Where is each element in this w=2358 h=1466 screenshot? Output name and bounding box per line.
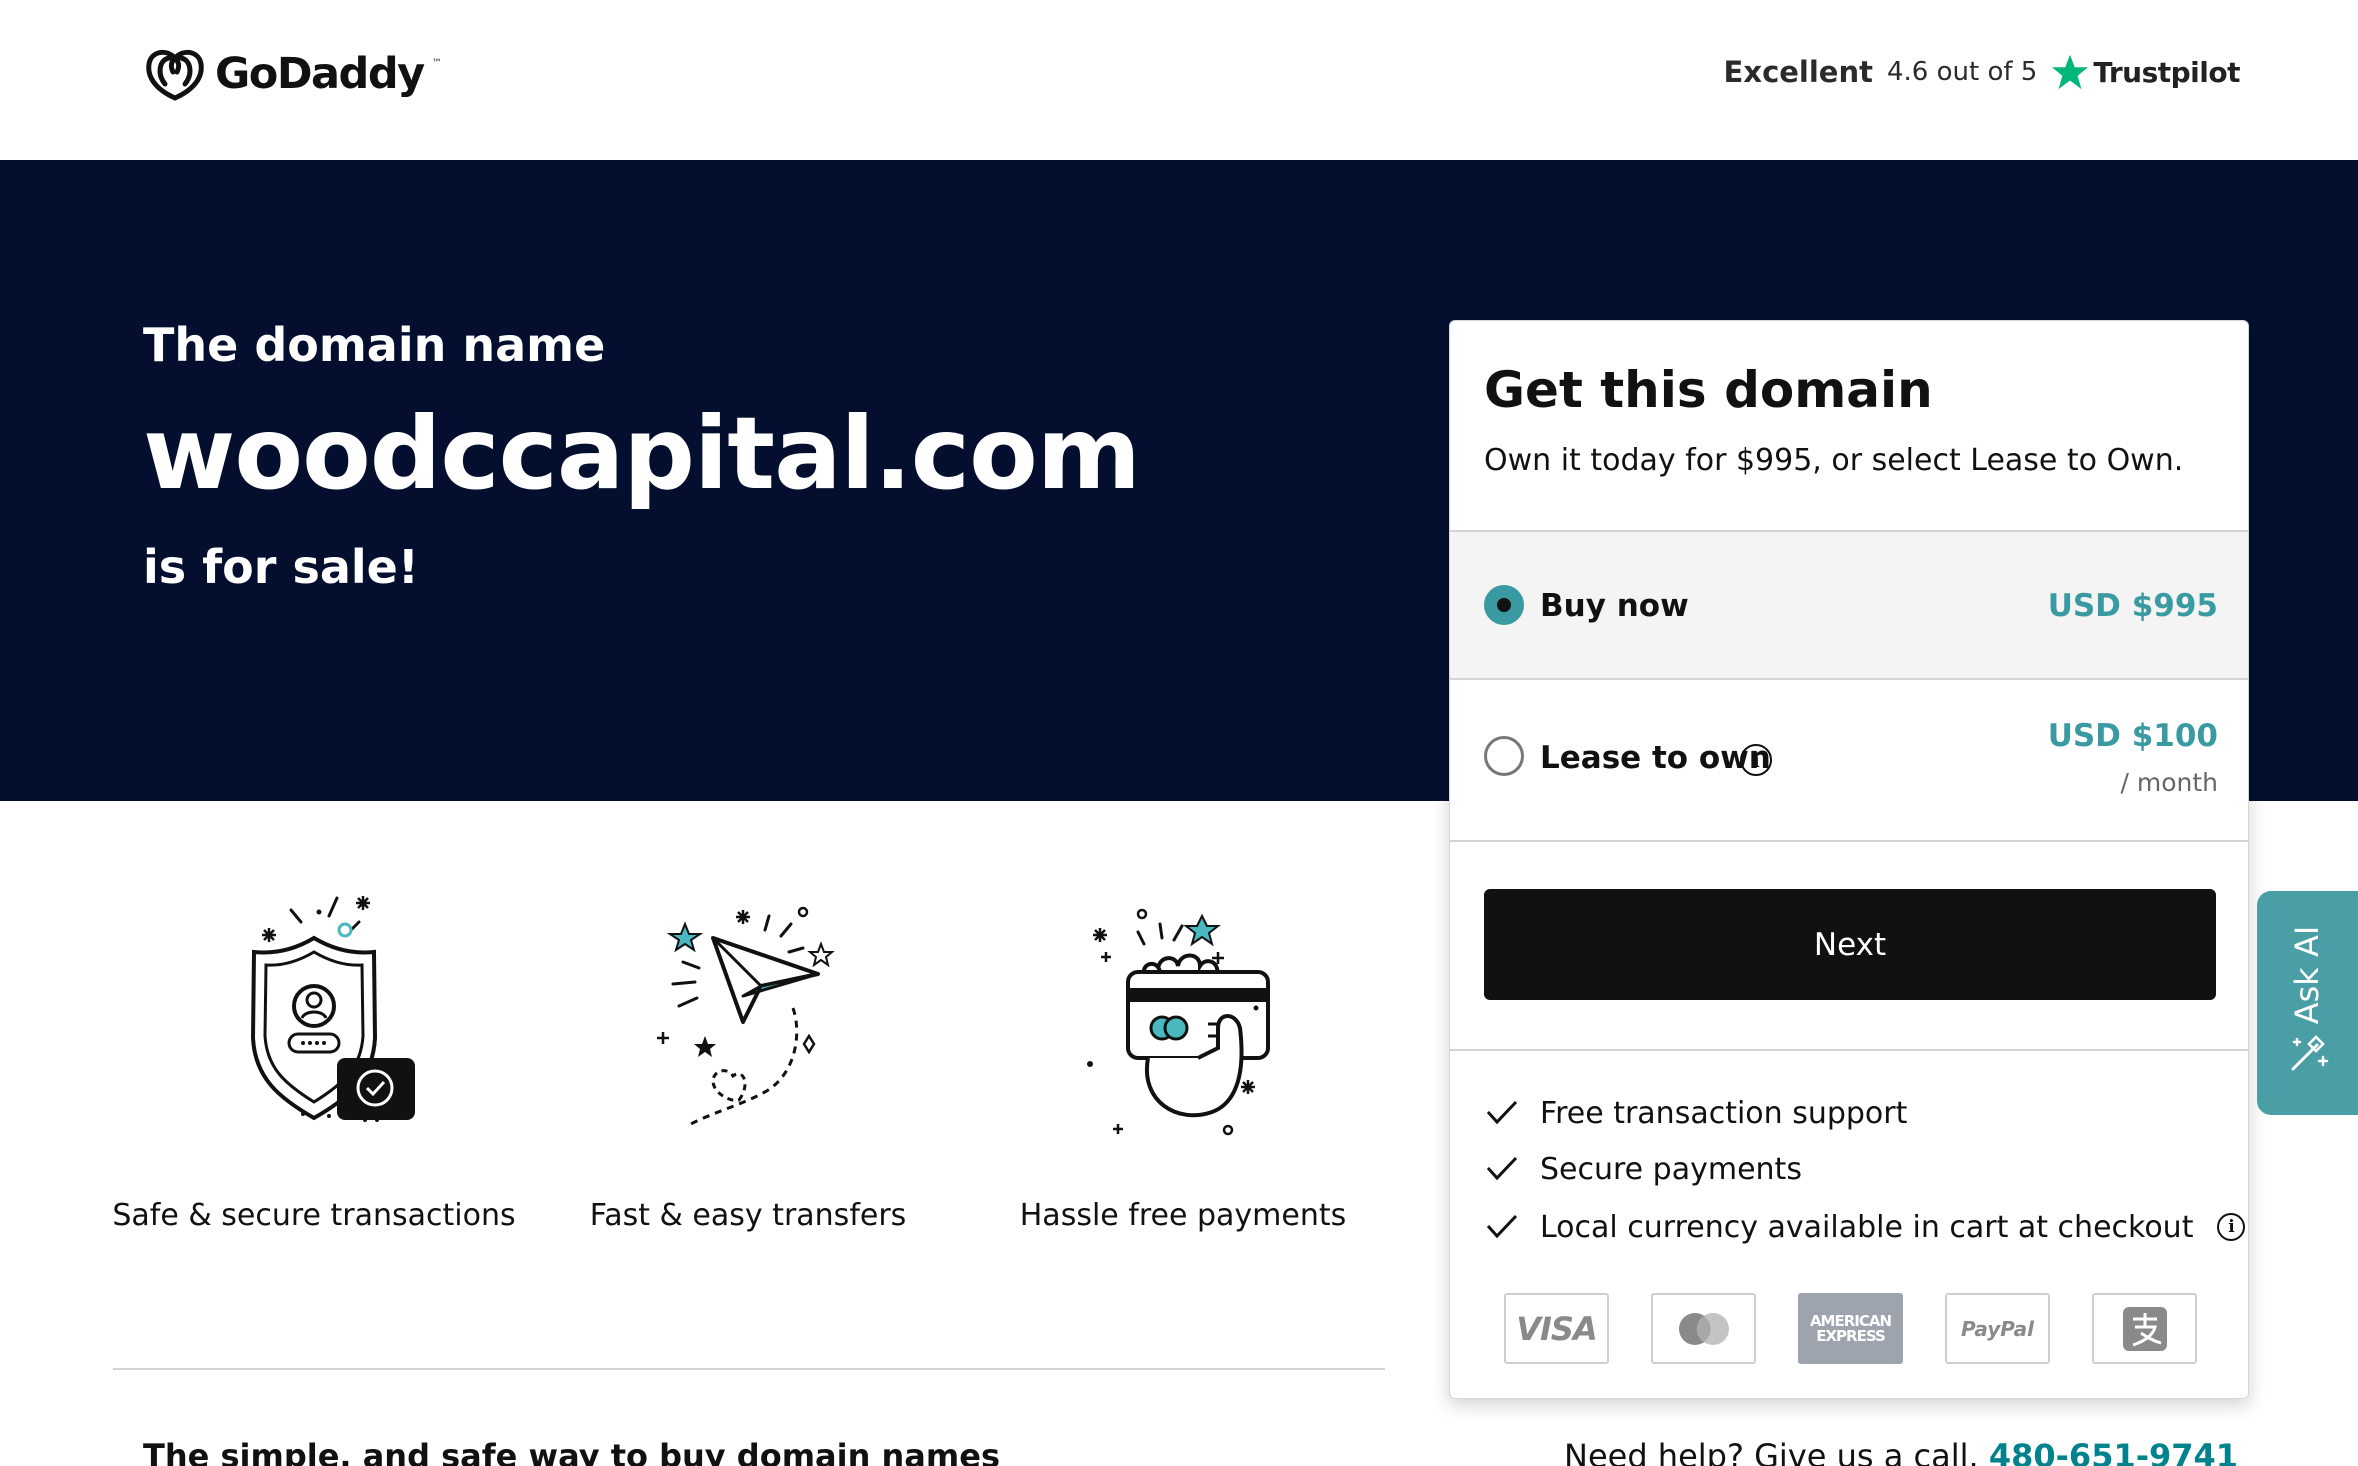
trustpilot-brand: Trustpilot [2051, 53, 2240, 91]
trustpilot-widget[interactable]: Excellent 4.6 out of 5 Trustpilot [1724, 48, 2240, 96]
amex-line-2: EXPRESS [1816, 1326, 1886, 1345]
help-text: Need help? Give us a call. [1564, 1437, 1979, 1466]
buy-now-radio[interactable] [1484, 585, 1524, 625]
alipay-logo [2092, 1293, 2197, 1364]
card-separator [1450, 840, 2248, 842]
card-title: Get this domain [1484, 361, 1933, 419]
checkmark-icon [1486, 1214, 1518, 1239]
help-line: Need help? Give us a call. 480-651-9741 [1564, 1437, 2238, 1466]
trustpilot-rating-word: Excellent [1723, 55, 1873, 89]
lease-to-own-radio[interactable] [1484, 736, 1524, 776]
trustpilot-star-icon [2052, 54, 2089, 90]
brand-name: GoDaddy [215, 49, 425, 99]
domain-name: woodccapital.com [143, 395, 1141, 512]
godaddy-logo[interactable]: GoDaddy ™ [143, 44, 442, 104]
feature-payments: Hassle free payments [963, 888, 1403, 1233]
alipay-icon [2122, 1306, 2167, 1351]
lease-price: USD $100 [2047, 718, 2218, 754]
buy-now-price: USD $995 [2047, 588, 2218, 624]
hero-intro: The domain name [143, 318, 606, 372]
currency-info-icon[interactable]: i [2217, 1213, 2246, 1241]
checkmark-icon [1486, 1156, 1518, 1181]
trustpilot-brand-label: Trustpilot [2093, 55, 2240, 89]
next-button[interactable]: Next [1484, 889, 2216, 1000]
lease-to-own-label: Lease to own [1540, 740, 1771, 776]
card-subtitle: Own it today for $995, or select Lease t… [1484, 443, 2184, 478]
checkmark-icon [1486, 1100, 1518, 1125]
mastercard-logo [1651, 1293, 1756, 1364]
ask-ai-tab[interactable]: Ask AI [2257, 891, 2358, 1115]
content-divider [113, 1368, 1385, 1370]
ask-ai-label: Ask AI [2288, 925, 2326, 1025]
trustpilot-score: 4.6 out of 5 [1886, 57, 2038, 87]
lease-to-own-option[interactable]: Lease to own i USD $100 / month [1450, 680, 2248, 840]
buy-now-label: Buy now [1540, 588, 1689, 624]
trademark-mark: ™ [431, 58, 442, 69]
magic-wand-icon [2291, 1035, 2329, 1071]
buy-now-option[interactable]: Buy now USD $995 [1450, 532, 2248, 678]
benefit-item: Free transaction support [1484, 1093, 1907, 1133]
feature-secure: Safe & secure transactions [94, 888, 534, 1233]
shield-check-icon [250, 896, 415, 1122]
benefit-item: Local currency available in cart at chec… [1484, 1207, 2246, 1247]
paypal-logo: PayPal [1945, 1293, 2050, 1364]
section-tagline: The simple, and safe way to buy domain n… [143, 1437, 1000, 1466]
lease-period: / month [2120, 768, 2218, 797]
amex-logo: AMERICAN EXPRESS [1798, 1293, 1903, 1364]
payment-methods: VISA AMERICAN EXPRESS PayPal [1504, 1293, 2197, 1364]
paper-plane-icon [657, 906, 835, 1128]
site-header: GoDaddy ™ Excellent 4.6 out of 5 Trustpi… [0, 0, 2358, 160]
godaddy-heart-icon [146, 49, 204, 101]
benefit-item: Secure payments [1484, 1149, 1802, 1189]
benefit-label: Secure payments [1540, 1151, 1802, 1187]
feature-transfers-label: Fast & easy transfers [589, 1198, 907, 1233]
hero-for-sale: is for sale! [143, 540, 419, 594]
feature-payments-label: Hassle free payments [1019, 1198, 1347, 1233]
help-phone-link[interactable]: 480-651-9741 [1989, 1437, 2238, 1466]
lease-info-icon[interactable]: i [1740, 744, 1772, 776]
card-in-hand-icon [1087, 908, 1270, 1136]
mastercard-circles-icon [1678, 1312, 1729, 1345]
benefit-label: Free transaction support [1540, 1095, 1908, 1131]
card-separator [1450, 1049, 2248, 1051]
feature-transfers: Fast & easy transfers [528, 888, 968, 1233]
purchase-card: Get this domain Own it today for $995, o… [1449, 320, 2249, 1399]
feature-secure-label: Safe & secure transactions [112, 1198, 516, 1233]
visa-logo: VISA [1504, 1293, 1609, 1364]
benefit-label: Local currency available in cart at chec… [1540, 1209, 2194, 1245]
